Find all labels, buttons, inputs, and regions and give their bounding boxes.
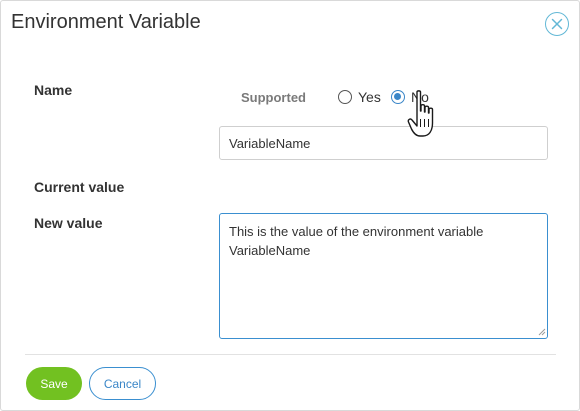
supported-yes-label[interactable]: Yes	[358, 89, 381, 105]
new-value-label: New value	[34, 215, 103, 231]
variable-name-input[interactable]	[219, 126, 548, 160]
cancel-button[interactable]: Cancel	[89, 367, 156, 400]
supported-yes-radio[interactable]	[338, 90, 352, 104]
resize-grip-icon[interactable]	[537, 327, 546, 336]
close-icon	[551, 18, 563, 30]
supported-label: Supported	[241, 90, 306, 105]
save-button[interactable]: Save	[26, 367, 82, 400]
current-value-label: Current value	[34, 179, 125, 195]
new-value-textarea[interactable]: This is the value of the environment var…	[219, 213, 548, 339]
close-button[interactable]	[545, 12, 569, 36]
footer-divider	[25, 354, 556, 355]
environment-variable-dialog: Environment Variable Name Supported Yes …	[0, 0, 580, 411]
dialog-title: Environment Variable	[11, 11, 201, 33]
supported-no-radio[interactable]	[391, 90, 405, 104]
name-label: Name	[34, 82, 73, 98]
supported-no-label[interactable]: No	[411, 89, 429, 105]
